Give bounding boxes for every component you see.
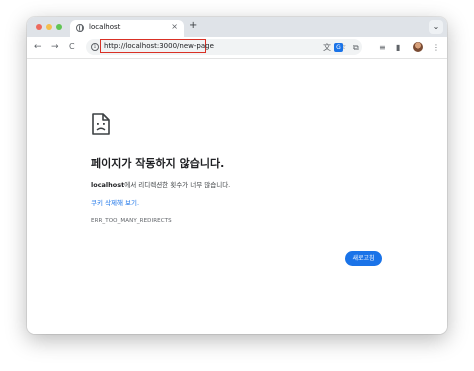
tab-title: localhost [89,23,121,31]
url-text[interactable]: http://localhost:3000/new-page [104,42,214,50]
browser-window: localhost × + ⌄ ← → C i http://localhost… [27,17,447,334]
media-control-icon[interactable]: ≡ [379,43,386,52]
google-translate-extension-icon[interactable]: G [334,43,343,52]
profile-avatar[interactable] [413,42,423,52]
forward-button[interactable]: → [51,41,59,53]
sad-document-icon [92,113,110,135]
side-panel-icon[interactable]: ▮ [396,43,400,52]
error-description: localhost에서 리디렉션한 횟수가 너무 많습니다. [91,179,230,189]
tab-bar: localhost × + ⌄ [27,17,447,37]
clear-cookies-link[interactable]: 쿠키 삭제해 보기. [91,197,139,207]
new-tab-button[interactable]: + [189,20,197,31]
address-bar[interactable]: i http://localhost:3000/new-page 文 ☆ [86,39,362,55]
translate-icon[interactable]: 文 [323,42,331,53]
extensions-icon[interactable]: ⧉ [353,43,359,53]
error-title: 페이지가 작동하지 않습니다. [91,157,225,170]
reload-icon[interactable]: C [69,41,75,53]
tab-search-button[interactable]: ⌄ [429,20,443,34]
browser-toolbar: ← → C i http://localhost:3000/new-page 文… [27,37,447,59]
minimize-window-button[interactable] [46,24,52,30]
error-code: ERR_TOO_MANY_REDIRECTS [91,218,172,224]
globe-icon [76,24,84,32]
maximize-window-button[interactable] [56,24,62,30]
more-menu-icon[interactable]: ⋮ [432,43,440,52]
close-window-button[interactable] [36,24,42,30]
tab-localhost[interactable]: localhost × [70,20,184,37]
info-icon[interactable]: i [91,43,99,51]
error-description-text: 에서 리디렉션한 횟수가 너무 많습니다. [124,181,231,189]
tab-close-icon[interactable]: × [171,22,178,31]
reload-button[interactable]: 새로고침 [345,251,382,266]
error-host: localhost [91,181,125,189]
error-page: 페이지가 작동하지 않습니다. localhost에서 리디렉션한 횟수가 너무… [27,59,447,334]
back-button[interactable]: ← [34,41,42,53]
